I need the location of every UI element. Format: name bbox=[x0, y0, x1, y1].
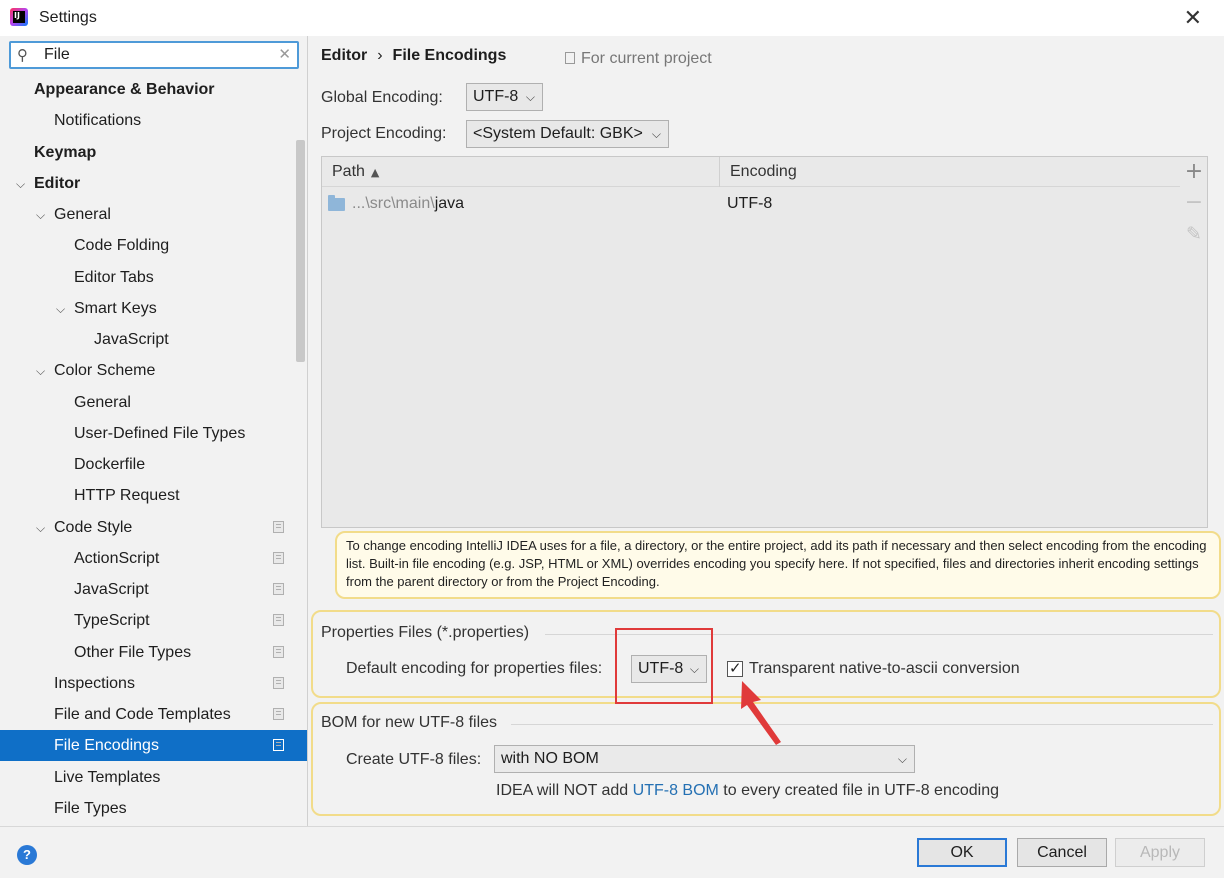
sidebar-item-label: Editor Tabs bbox=[74, 268, 154, 286]
sidebar-item-label: TypeScript bbox=[74, 612, 150, 630]
sidebar-item-notifications[interactable]: Notifications bbox=[0, 105, 307, 136]
sidebar-item-file-and-code-templates[interactable]: File and Code Templates bbox=[0, 699, 307, 730]
sidebar-item-other-file-types[interactable]: Other File Types bbox=[0, 637, 307, 668]
title-bar: IJ Settings ✕ bbox=[0, 0, 1224, 36]
window-title: Settings bbox=[39, 9, 97, 26]
sidebar-item-actionscript[interactable]: ActionScript bbox=[0, 543, 307, 574]
sidebar-item-label: HTTP Request bbox=[74, 487, 180, 505]
sidebar-item-file-encodings[interactable]: File Encodings bbox=[0, 730, 307, 762]
chevron-down-icon[interactable]: ⌵ bbox=[56, 294, 65, 325]
sidebar-item-general[interactable]: ⌵ General bbox=[0, 199, 307, 230]
chevron-down-icon[interactable]: ⌵ bbox=[36, 513, 45, 544]
project-level-icon bbox=[273, 614, 284, 627]
sidebar-item-label: File Types bbox=[54, 799, 127, 817]
project-level-icon bbox=[273, 583, 284, 595]
sidebar-scrollbar[interactable] bbox=[296, 140, 305, 362]
close-icon[interactable]: ✕ bbox=[1184, 6, 1202, 31]
help-icon[interactable]: ? bbox=[17, 845, 37, 865]
chevron-down-icon[interactable]: ⌵ bbox=[16, 169, 25, 200]
sidebar-item-live-templates[interactable]: Live Templates bbox=[0, 762, 307, 793]
dialog-footer: ? OK Cancel Apply bbox=[0, 826, 1224, 878]
sidebar-item-color-scheme[interactable]: ⌵ Color Scheme bbox=[0, 355, 307, 386]
sidebar-item-editor-tabs[interactable]: Editor Tabs bbox=[0, 262, 307, 293]
sidebar-item-smart-keys[interactable]: ⌵ Smart Keys bbox=[0, 293, 307, 324]
clear-search-icon[interactable]: ✕ bbox=[278, 45, 291, 63]
project-level-icon bbox=[273, 551, 284, 564]
red-arrow-icon bbox=[741, 681, 781, 745]
project-level-icon bbox=[273, 676, 284, 689]
project-level-icon bbox=[273, 739, 284, 752]
sidebar-item-label: Smart Keys bbox=[74, 299, 157, 317]
sidebar-item-label: Code Folding bbox=[74, 237, 170, 255]
settings-sidebar: ⚲ File ✕ Appearance & Behavior Notificati… bbox=[0, 36, 308, 826]
sidebar-item-label: Other File Types bbox=[74, 643, 192, 661]
sidebar-item-label: Keymap bbox=[34, 143, 97, 161]
sidebar-item-user-defined-file-types[interactable]: User-Defined File Types bbox=[0, 418, 307, 449]
sidebar-item-label: File Encodings bbox=[54, 737, 159, 755]
sidebar-item-http-request[interactable]: HTTP Request bbox=[0, 480, 307, 511]
sidebar-item-inspections[interactable]: Inspections bbox=[0, 668, 307, 699]
sidebar-item-label: Notifications bbox=[54, 112, 142, 130]
sidebar-item-dockerfile[interactable]: Dockerfile bbox=[0, 449, 307, 480]
annotation-arrow bbox=[741, 681, 781, 745]
apply-button[interactable]: Apply bbox=[1115, 838, 1205, 867]
sidebar-item-label: JavaScript bbox=[94, 331, 169, 348]
intellij-app-icon: IJ bbox=[10, 8, 28, 26]
sidebar-item-label: Inspections bbox=[54, 674, 135, 692]
chevron-down-icon[interactable]: ⌵ bbox=[36, 200, 45, 231]
search-icon: ⚲ bbox=[17, 46, 28, 64]
sidebar-item-label: JavaScript bbox=[74, 581, 149, 598]
sidebar-item-label: General bbox=[54, 206, 111, 223]
sidebar-item-general[interactable]: General bbox=[0, 387, 307, 418]
sidebar-item-label: Code Style bbox=[54, 518, 133, 536]
sidebar-item-appearance-behavior[interactable]: Appearance & Behavior bbox=[0, 74, 307, 105]
ok-button[interactable]: OK bbox=[917, 838, 1007, 867]
sidebar-item-code-style[interactable]: ⌵ Code Style bbox=[0, 512, 307, 543]
sidebar-item-typescript[interactable]: TypeScript bbox=[0, 605, 307, 636]
settings-search-input[interactable]: ⚲ File ✕ bbox=[9, 41, 299, 69]
sidebar-item-file-types[interactable]: File Types bbox=[0, 793, 307, 824]
sidebar-item-editor[interactable]: ⌵ Editor bbox=[0, 168, 307, 199]
sidebar-item-label: General bbox=[74, 393, 131, 411]
sidebar-item-code-folding[interactable]: Code Folding bbox=[0, 230, 307, 261]
project-level-icon bbox=[273, 708, 284, 720]
sidebar-item-label: Live Templates bbox=[54, 768, 161, 786]
sidebar-item-label: Appearance & Behavior bbox=[34, 81, 215, 98]
sidebar-item-javascript[interactable]: JavaScript bbox=[0, 574, 307, 605]
sidebar-item-label: Dockerfile bbox=[74, 456, 146, 473]
sidebar-item-label: Editor bbox=[34, 174, 81, 192]
sidebar-item-label: ActionScript bbox=[74, 549, 160, 567]
sidebar-item-javascript[interactable]: JavaScript bbox=[0, 324, 307, 355]
project-level-icon bbox=[273, 520, 284, 533]
chevron-down-icon[interactable]: ⌵ bbox=[36, 356, 45, 387]
sidebar-item-label: Color Scheme bbox=[54, 362, 156, 380]
sidebar-item-label: File and Code Templates bbox=[54, 706, 231, 723]
file-encodings-panel: Editor › File Encodings For current projec… bbox=[309, 36, 1224, 826]
sidebar-item-label: User-Defined File Types bbox=[74, 424, 246, 442]
sidebar-item-keymap[interactable]: Keymap bbox=[0, 137, 307, 168]
cancel-button[interactable]: Cancel bbox=[1017, 838, 1107, 867]
project-level-icon bbox=[273, 645, 284, 658]
search-value[interactable]: File bbox=[44, 46, 70, 64]
